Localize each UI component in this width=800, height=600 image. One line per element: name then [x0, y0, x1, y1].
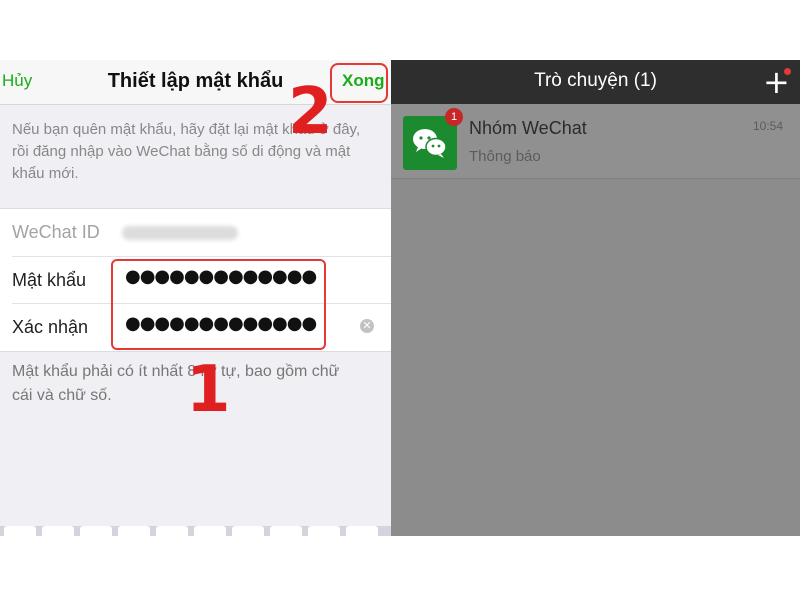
- chat-list-item[interactable]: 1 Nhóm WeChat Thông báo 10:54: [391, 104, 800, 179]
- notification-dot: [784, 68, 791, 75]
- keyboard-key[interactable]: [156, 526, 188, 536]
- keyboard-key[interactable]: [232, 526, 264, 536]
- confirm-label: Xác nhận: [12, 317, 89, 337]
- step-1-marker: 1: [186, 353, 231, 427]
- password-label: Mật khẩu: [12, 270, 87, 290]
- keyboard-key[interactable]: [42, 526, 74, 536]
- clear-icon[interactable]: ✕: [360, 319, 374, 333]
- screenshot-frame: Hủy Thiết lập mật khẩu Xong Nếu bạn quên…: [0, 60, 800, 536]
- keyboard-key[interactable]: [4, 526, 36, 536]
- keyboard-key[interactable]: [118, 526, 150, 536]
- chat-time: 10:54: [753, 119, 784, 133]
- done-button[interactable]: Xong: [342, 71, 385, 91]
- chats-screen: Trò chuyện (1) + 1 Nhóm WeChat Thông báo…: [391, 60, 800, 536]
- wechat-id-row: WeChat ID: [0, 209, 391, 255]
- chats-title: Trò chuyện (1): [534, 70, 657, 91]
- step-2-marker: 2: [288, 75, 333, 149]
- wechat-id-value-blurred: [122, 226, 238, 240]
- wechat-id-label: WeChat ID: [12, 222, 100, 242]
- keyboard-top: [0, 526, 391, 536]
- keyboard-key[interactable]: [270, 526, 302, 536]
- chat-preview: Thông báo: [469, 148, 541, 165]
- keyboard-key[interactable]: [308, 526, 340, 536]
- password-setup-screen: Hủy Thiết lập mật khẩu Xong Nếu bạn quên…: [0, 60, 391, 536]
- chats-navigation-bar: Trò chuyện (1) +: [391, 60, 800, 104]
- keyboard-key[interactable]: [80, 526, 112, 536]
- chat-name: Nhóm WeChat: [469, 118, 587, 138]
- keyboard-key[interactable]: [346, 526, 378, 536]
- keyboard-key[interactable]: [194, 526, 226, 536]
- unread-badge: 1: [445, 108, 463, 126]
- password-highlight-box: [111, 259, 326, 350]
